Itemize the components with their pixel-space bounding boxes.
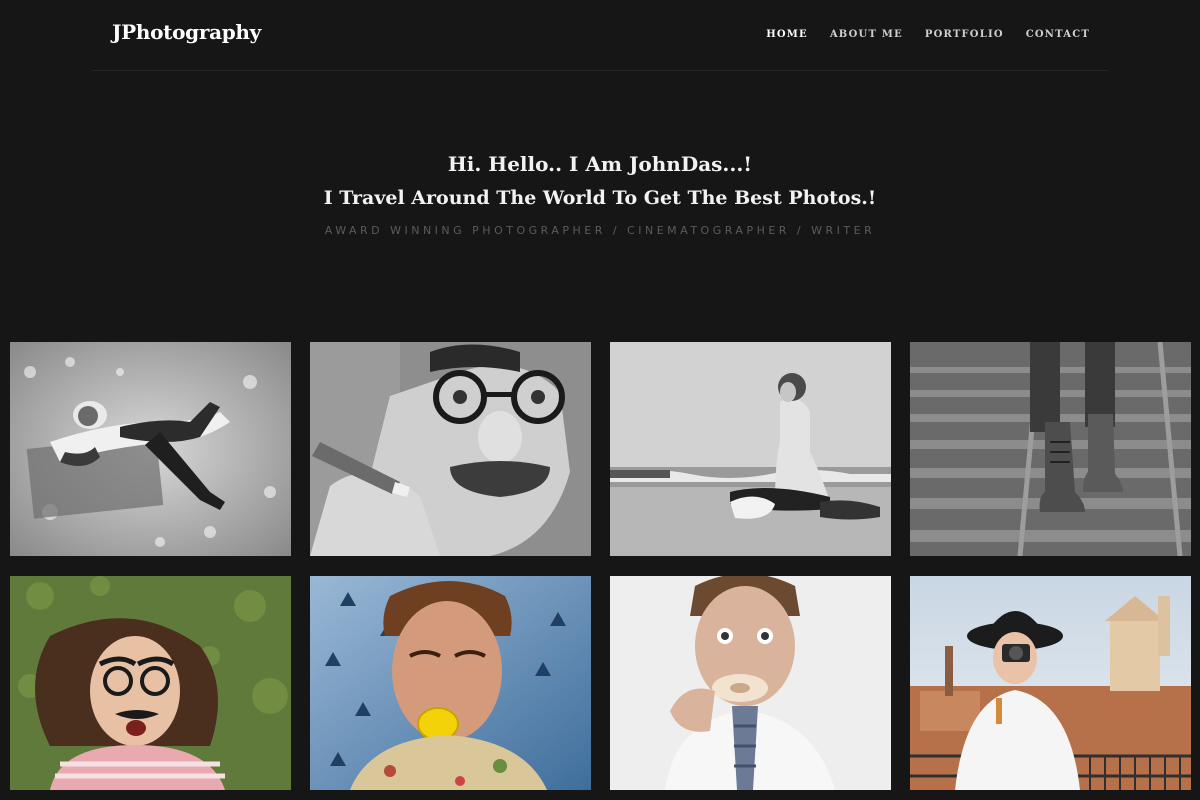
nav-portfolio-link[interactable]: PORTFOLIO [925,29,1004,40]
nav-home-link[interactable]: HOME [766,29,808,40]
photo-donut-man-image [610,576,891,790]
gallery-photo-beach-woman[interactable] [610,342,891,556]
main-nav: HOME ABOUT ME PORTFOLIO CONTACT [766,29,1090,40]
page: JPhotography HOME ABOUT ME PORTFOLIO CON… [0,0,1200,800]
gallery-photo-camera-woman[interactable] [910,576,1191,790]
hero-tagline: AWARD WINNING PHOTOGRAPHER / CINEMATOGRA… [324,224,876,237]
photo-person-in-snow-image [10,342,291,556]
photo-camera-woman-image [910,576,1191,790]
site-logo[interactable]: JPhotography [112,20,261,44]
hero-greeting: Hi. Hello.. I Am JohnDas...! [447,152,753,176]
nav-about-link[interactable]: ABOUT ME [830,29,903,40]
gallery-photo-railway-boots[interactable] [910,342,1191,556]
photo-mustache-man-image [310,342,591,556]
photo-lemon-man-image [310,576,591,790]
photo-beach-woman-image [610,342,891,556]
nav-contact-link[interactable]: CONTACT [1026,29,1090,40]
gallery-photo-mustache-man[interactable] [310,342,591,556]
site-header: JPhotography HOME ABOUT ME PORTFOLIO CON… [92,0,1108,71]
photo-gallery [10,342,1192,790]
photo-railway-boots-image [910,342,1191,556]
hero-section: Hi. Hello.. I Am JohnDas...! I Travel Ar… [0,148,1200,237]
gallery-photo-donut-man[interactable] [610,576,891,790]
gallery-photo-lemon-man[interactable] [310,576,591,790]
photo-grass-woman-image [10,576,291,790]
gallery-photo-grass-woman[interactable] [10,576,291,790]
hero-headline: I Travel Around The World To Get The Bes… [323,187,877,209]
gallery-photo-snow[interactable] [10,342,291,556]
